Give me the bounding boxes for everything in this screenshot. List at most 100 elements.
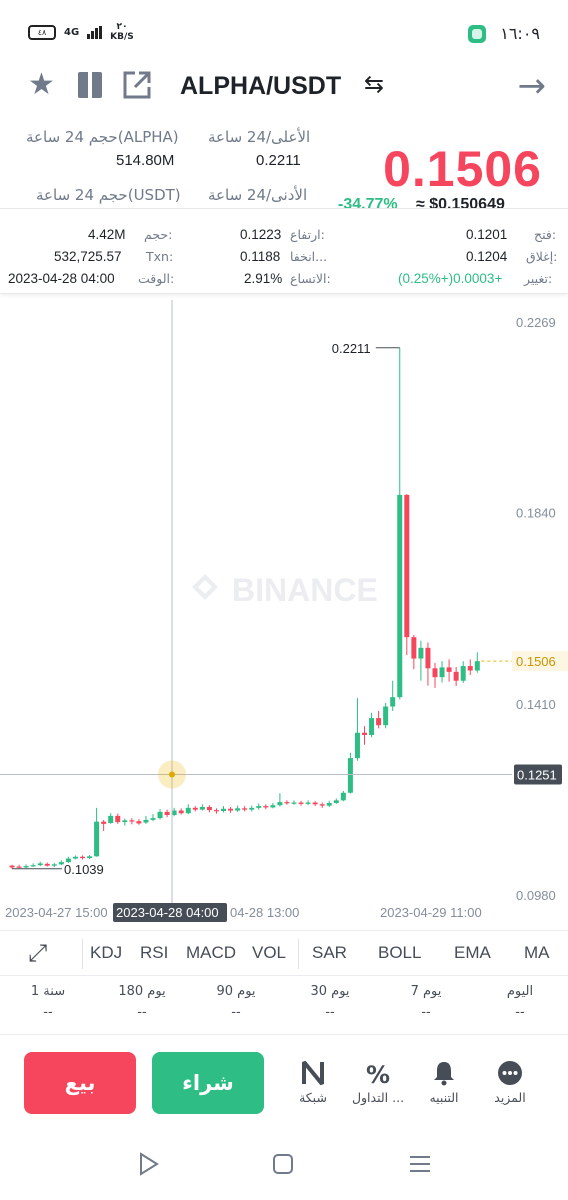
perf-90d: 90 يوم -- xyxy=(196,984,276,1020)
more-label: المزيد xyxy=(494,1090,526,1105)
indicator-sar[interactable]: SAR xyxy=(312,943,347,963)
trade-button[interactable]: % التداول ... xyxy=(346,1060,410,1105)
sell-button[interactable]: بيع xyxy=(24,1052,136,1114)
perf-value: -- xyxy=(43,1005,53,1020)
high-24h-value: 0.2211 xyxy=(256,152,301,169)
candle-body xyxy=(235,808,241,811)
candle-body xyxy=(432,668,438,678)
candle-body xyxy=(16,866,22,868)
y-tick-label: 0.0980 xyxy=(516,888,556,903)
indicator-vol[interactable]: VOL xyxy=(252,943,286,963)
candle-body xyxy=(305,802,311,804)
candle-body xyxy=(122,820,128,823)
star-icon[interactable]: ★ xyxy=(28,68,55,102)
system-nav-bar xyxy=(0,1140,568,1200)
candle-body xyxy=(467,666,473,671)
indicator-macd[interactable]: MACD xyxy=(186,943,236,963)
back-triangle-icon[interactable] xyxy=(138,1152,160,1182)
candle-body xyxy=(115,815,121,823)
bell-icon xyxy=(412,1060,476,1090)
candle-body xyxy=(136,821,142,824)
change-label: تغيير: xyxy=(524,271,553,286)
candle-body xyxy=(249,807,255,810)
indicator-separator xyxy=(298,939,299,969)
arrow-right-icon[interactable]: → xyxy=(518,66,547,106)
candle-body xyxy=(221,808,226,811)
home-square-icon[interactable] xyxy=(272,1152,294,1182)
candle-body xyxy=(37,863,43,866)
candlestick-chart[interactable]: BINANCE 0.2269 0.1840 0.1410 0.0980 0.1506 0.1… xyxy=(0,300,568,928)
more-button[interactable]: المزيد xyxy=(478,1060,542,1105)
candle-body xyxy=(157,811,163,819)
crosshair-dot xyxy=(169,771,175,778)
divider xyxy=(0,1034,568,1035)
binance-logo-icon xyxy=(192,574,218,600)
candle-body xyxy=(369,718,375,735)
candle-body xyxy=(256,806,262,808)
volume-alpha-value: 514.80M xyxy=(116,152,175,169)
candle-body xyxy=(150,818,156,820)
candle-body xyxy=(270,805,276,808)
network-label: 4G xyxy=(64,26,80,38)
watermark-text: BINANCE xyxy=(232,572,378,608)
txn-value: 532,725.57 xyxy=(54,249,122,264)
candle-body xyxy=(376,718,382,726)
perf-value: -- xyxy=(137,1005,147,1020)
header: ★ ALPHA/USDT ⇆ → xyxy=(0,64,568,116)
candle-body xyxy=(326,802,332,806)
pair-title[interactable]: ALPHA/USDT xyxy=(180,72,341,101)
candle-body xyxy=(129,820,135,822)
indicator-ma[interactable]: MA xyxy=(524,943,550,963)
recents-menu-icon[interactable] xyxy=(408,1152,432,1182)
indicator-rsi[interactable]: RSI xyxy=(140,943,168,963)
perf-today: اليوم -- xyxy=(480,984,560,1020)
volume-usdt-label: حجم 24 ساعة(USDT) xyxy=(36,186,181,204)
candle-body xyxy=(354,732,360,759)
perf-value: -- xyxy=(325,1005,335,1020)
grid-button[interactable]: شبكة xyxy=(281,1060,345,1105)
buy-button[interactable]: شراء xyxy=(152,1052,264,1114)
candle-body xyxy=(390,697,396,707)
swap-icon[interactable]: ⇆ xyxy=(364,70,384,98)
change-value: (0.25%+)0.0003+ xyxy=(398,271,503,286)
candle-body xyxy=(340,792,346,801)
candle-body xyxy=(425,647,431,669)
high-label: ارتفاع: xyxy=(290,227,325,242)
candle-body xyxy=(312,802,318,805)
percent-icon: % xyxy=(365,1061,391,1089)
perf-label: اليوم xyxy=(506,984,534,999)
book-icon[interactable] xyxy=(76,70,104,108)
low-24h-label: الأدنى/24 ساعة xyxy=(208,186,308,204)
candle-body xyxy=(108,815,114,823)
indicator-ema[interactable]: EMA xyxy=(454,943,491,963)
candle-body xyxy=(411,637,417,659)
candle-body xyxy=(460,666,466,681)
indicator-boll[interactable]: BOLL xyxy=(378,943,421,963)
chart-canvas[interactable]: BINANCE 0.2269 0.1840 0.1410 0.0980 0.1506 0.1… xyxy=(0,300,568,928)
perf-180d: 180 يوم -- xyxy=(102,984,182,1020)
indicator-kdj[interactable]: KDJ xyxy=(90,943,122,963)
x-axis-label: 04-28 13:00 xyxy=(230,905,299,920)
x-axis-label: 2023-04-29 11:00 xyxy=(380,905,482,920)
network-speed-unit: KB/S xyxy=(110,32,134,42)
perf-label: 1 سنة xyxy=(30,984,66,999)
action-bar: بيع شراء شبكة % التداول ... التنبيه المز… xyxy=(0,1050,568,1120)
open-label: فتح: xyxy=(534,227,557,242)
candle-body xyxy=(263,806,269,808)
candle-body xyxy=(206,806,212,811)
perf-value: -- xyxy=(231,1005,241,1020)
close-label: إغلاق: xyxy=(526,249,558,264)
more-icon xyxy=(478,1060,542,1090)
share-icon[interactable] xyxy=(122,70,152,108)
perf-label: 7 يوم xyxy=(410,984,442,999)
alert-button[interactable]: التنبيه xyxy=(412,1060,476,1105)
candle-body xyxy=(404,494,410,638)
candle-body xyxy=(277,802,283,806)
expand-icon[interactable]: ⤢ xyxy=(28,939,47,967)
perf-value: -- xyxy=(515,1005,525,1020)
volume-alpha-label: حجم 24 ساعة(ALPHA) xyxy=(26,128,179,146)
candle-body xyxy=(30,865,36,867)
current-price-label: 0.1506 xyxy=(516,654,556,669)
perf-7d: 7 يوم -- xyxy=(386,984,466,1020)
candle-body xyxy=(362,732,367,735)
